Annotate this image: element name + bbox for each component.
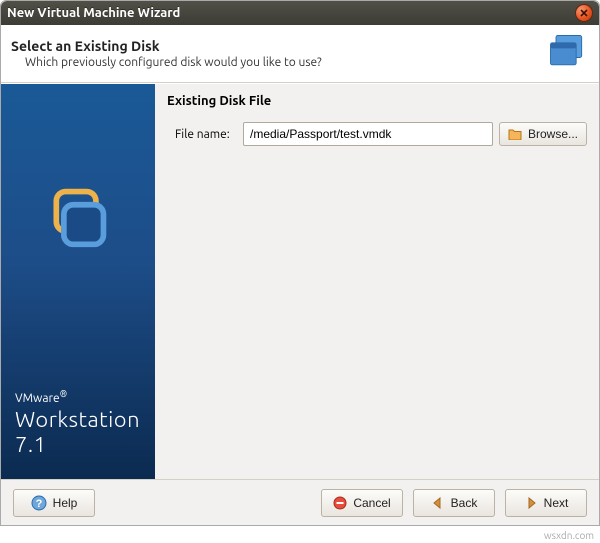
wizard-header: Select an Existing Disk Which previously… — [1, 25, 599, 83]
svg-text:?: ? — [35, 498, 42, 510]
back-label: Back — [451, 496, 478, 510]
back-button[interactable]: Back — [413, 489, 495, 517]
content-area: Existing Disk File File name: Browse... — [155, 84, 599, 479]
close-icon — [580, 9, 588, 17]
next-icon — [524, 496, 538, 510]
vmware-logo-icon — [45, 184, 111, 253]
back-icon — [431, 496, 445, 510]
header-graphic — [545, 30, 589, 77]
help-icon: ? — [31, 495, 47, 511]
stacked-windows-icon — [545, 30, 589, 74]
wizard-body: VMware® Workstation 7.1 Existing Disk Fi… — [1, 83, 599, 479]
titlebar[interactable]: New Virtual Machine Wizard — [1, 1, 599, 25]
folder-icon — [508, 128, 522, 140]
sidebar: VMware® Workstation 7.1 — [1, 84, 155, 479]
header-text: Select an Existing Disk Which previously… — [11, 38, 322, 69]
cancel-icon — [333, 496, 347, 510]
filename-row: File name: Browse... — [167, 122, 587, 146]
page-title: Select an Existing Disk — [11, 38, 322, 54]
sidebar-brand: VMware® Workstation 7.1 — [1, 389, 155, 457]
watermark: wsxdn.com — [544, 530, 594, 541]
cancel-button[interactable]: Cancel — [321, 489, 403, 517]
cancel-label: Cancel — [353, 496, 390, 510]
filename-label: File name: — [167, 128, 237, 141]
browse-label: Browse... — [528, 127, 578, 141]
close-button[interactable] — [575, 4, 593, 22]
page-subtitle: Which previously configured disk would y… — [25, 56, 322, 69]
next-button[interactable]: Next — [505, 489, 587, 517]
help-label: Help — [53, 496, 78, 510]
wizard-footer: ? Help Cancel Back Next — [1, 479, 599, 525]
window-title: New Virtual Machine Wizard — [7, 6, 569, 20]
wizard-window: New Virtual Machine Wizard Select an Exi… — [0, 0, 600, 526]
brand-large: Workstation 7.1 — [15, 407, 141, 457]
help-button[interactable]: ? Help — [13, 489, 95, 517]
section-title: Existing Disk File — [167, 94, 587, 108]
browse-button[interactable]: Browse... — [499, 122, 587, 146]
registered-mark: ® — [60, 389, 67, 399]
brand-small: VMware — [15, 392, 60, 405]
next-label: Next — [544, 496, 569, 510]
filename-input[interactable] — [243, 122, 493, 146]
